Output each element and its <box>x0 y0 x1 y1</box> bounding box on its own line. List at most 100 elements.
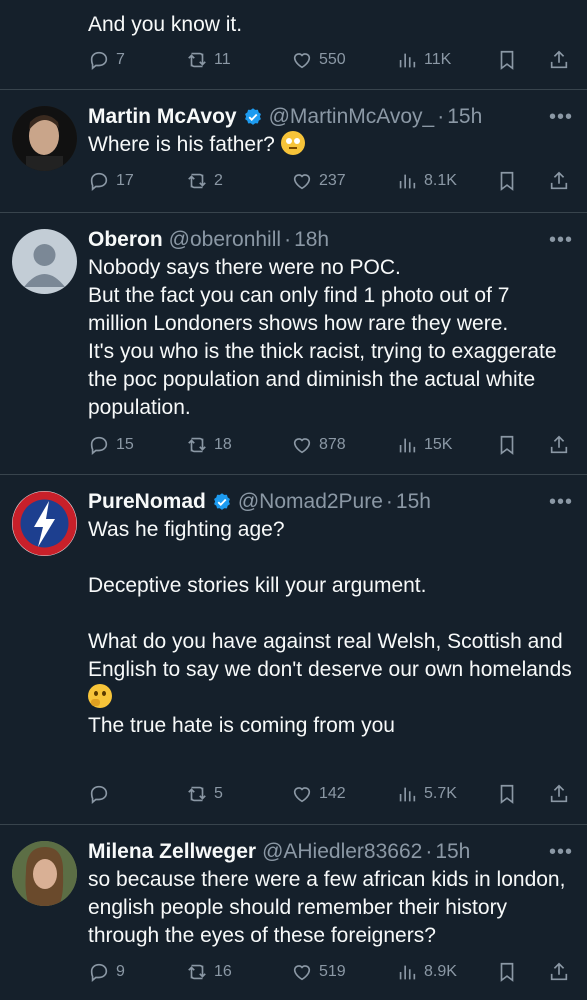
more-icon[interactable]: ••• <box>549 106 573 129</box>
views-icon <box>396 783 418 805</box>
reply-button[interactable] <box>88 779 116 809</box>
like-icon <box>291 170 313 192</box>
share-button[interactable] <box>548 45 576 75</box>
post-time[interactable]: 18h <box>294 226 329 254</box>
reply-button[interactable]: 7 <box>88 45 125 75</box>
reply-icon <box>88 49 110 71</box>
more-icon[interactable]: ••• <box>549 229 573 252</box>
author-handle[interactable]: @oberonhill <box>169 226 281 254</box>
reply-icon <box>88 783 110 805</box>
repost-count: 11 <box>214 51 231 68</box>
reply-icon <box>88 170 110 192</box>
post-milena[interactable]: Milena Zellweger @AHiedler83662 · 15h so… <box>0 825 587 1000</box>
like-button[interactable]: 519 <box>291 957 346 987</box>
post-oberon[interactable]: Oberon @oberonhill · 18h Nobody says the… <box>0 213 587 475</box>
post-text: Where is his father? <box>88 133 275 156</box>
reply-count: 9 <box>116 963 125 980</box>
repost-icon <box>186 49 208 71</box>
avatar[interactable] <box>12 106 77 171</box>
repost-button[interactable]: 5 <box>186 779 223 809</box>
reply-button[interactable]: 17 <box>88 166 134 196</box>
repost-count: 16 <box>214 963 232 980</box>
author-name[interactable]: PureNomad <box>88 488 206 516</box>
post-time[interactable]: 15h <box>396 488 431 516</box>
views-count: 15K <box>424 436 453 453</box>
eye-roll-emoji <box>280 131 305 155</box>
share-button[interactable] <box>548 779 576 809</box>
post-actions: 9 16 519 8.9K <box>88 957 573 987</box>
avatar[interactable] <box>12 841 77 906</box>
bookmark-button[interactable] <box>496 430 524 460</box>
like-count: 142 <box>319 785 346 802</box>
avatar-lightning-logo[interactable] <box>12 491 77 556</box>
views-count: 8.1K <box>424 172 457 189</box>
avatar-default[interactable] <box>12 229 77 294</box>
post-text-closing: The true hate is coming from you <box>88 714 395 737</box>
author-handle[interactable]: @AHiedler83662 <box>262 838 422 866</box>
views-count: 5.7K <box>424 785 457 802</box>
reply-button[interactable]: 15 <box>88 430 134 460</box>
post-time[interactable]: 15h <box>435 838 470 866</box>
share-button[interactable] <box>548 430 576 460</box>
views-icon <box>396 961 418 983</box>
like-count: 550 <box>319 51 346 68</box>
reply-icon <box>88 961 110 983</box>
views-icon <box>396 434 418 456</box>
bookmark-icon <box>496 434 518 456</box>
post-actions: 7 11 550 11K <box>88 45 573 75</box>
post-purenomad[interactable]: PureNomad @Nomad2Pure · 15h Was he fight… <box>0 475 587 825</box>
like-count: 237 <box>319 172 346 189</box>
repost-button[interactable]: 2 <box>186 166 223 196</box>
views-button[interactable]: 8.1K <box>396 166 457 196</box>
like-icon <box>291 961 313 983</box>
like-count: 878 <box>319 436 346 453</box>
bookmark-button[interactable] <box>496 957 524 987</box>
views-button[interactable]: 15K <box>396 430 452 460</box>
verified-icon <box>213 493 230 510</box>
reply-count: 15 <box>116 436 134 453</box>
share-button[interactable] <box>548 166 576 196</box>
author-name[interactable]: Milena Zellweger <box>88 838 256 866</box>
bookmark-icon <box>496 961 518 983</box>
share-icon <box>548 170 570 192</box>
like-button[interactable]: 878 <box>291 430 346 460</box>
bookmark-icon <box>496 49 518 71</box>
views-count: 8.9K <box>424 963 457 980</box>
views-button[interactable]: 8.9K <box>396 957 457 987</box>
post-time[interactable]: 15h <box>447 103 482 131</box>
author-handle[interactable]: @Nomad2Pure <box>238 488 383 516</box>
post-text: Was he fighting age? Deceptive stories k… <box>88 518 572 681</box>
post-actions: 15 18 878 15K <box>88 430 573 460</box>
more-icon[interactable]: ••• <box>549 841 573 864</box>
share-button[interactable] <box>548 957 576 987</box>
like-button[interactable]: 237 <box>291 166 346 196</box>
more-icon[interactable]: ••• <box>549 491 573 514</box>
post-text: And you know it. <box>88 13 243 36</box>
bookmark-button[interactable] <box>496 45 524 75</box>
post-top[interactable]: And you know it. 7 11 550 11K <box>0 0 587 90</box>
views-count: 11K <box>424 51 452 68</box>
thinking-emoji <box>88 684 112 708</box>
views-button[interactable]: 11K <box>396 45 451 75</box>
like-count: 519 <box>319 963 346 980</box>
like-icon <box>291 783 313 805</box>
views-button[interactable]: 5.7K <box>396 779 457 809</box>
author-name[interactable]: Oberon <box>88 226 163 254</box>
views-icon <box>396 49 418 71</box>
reply-button[interactable]: 9 <box>88 957 125 987</box>
bookmark-icon <box>496 170 518 192</box>
repost-button[interactable]: 18 <box>186 430 232 460</box>
author-name[interactable]: Martin McAvoy <box>88 103 237 131</box>
bookmark-button[interactable] <box>496 779 524 809</box>
share-icon <box>548 783 570 805</box>
post-martin[interactable]: Martin McAvoy @MartinMcAvoy_ · 15h Where… <box>0 90 587 213</box>
bookmark-button[interactable] <box>496 166 524 196</box>
repost-icon <box>186 961 208 983</box>
like-button[interactable]: 142 <box>291 779 346 809</box>
repost-button[interactable]: 16 <box>186 957 232 987</box>
repost-button[interactable]: 11 <box>186 45 231 75</box>
like-button[interactable]: 550 <box>291 45 346 75</box>
share-icon <box>548 49 570 71</box>
repost-count: 2 <box>214 172 223 189</box>
author-handle[interactable]: @MartinMcAvoy_ <box>269 103 435 131</box>
